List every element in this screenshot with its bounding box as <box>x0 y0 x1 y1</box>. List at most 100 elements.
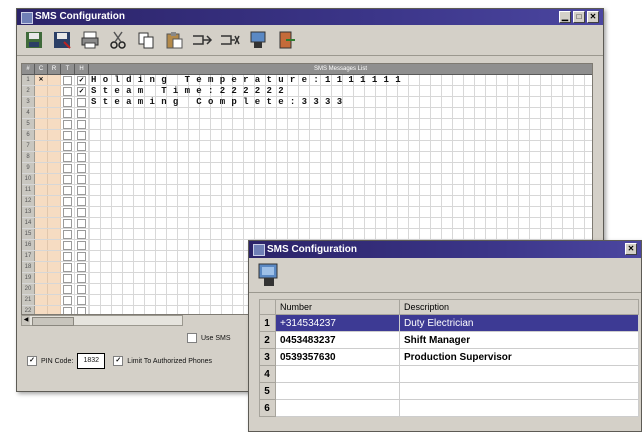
peach-cell-c[interactable] <box>35 174 48 184</box>
row-checkbox-h[interactable] <box>77 108 86 118</box>
row-checkbox-h[interactable] <box>77 97 86 107</box>
pin-code-input[interactable]: 1832 <box>77 353 106 369</box>
row-checkbox-t[interactable] <box>63 229 72 239</box>
phone-number-cell[interactable] <box>275 382 400 400</box>
table-row[interactable]: 6 <box>259 399 639 417</box>
row-checkbox-h[interactable] <box>77 174 86 184</box>
peach-cell-c[interactable] <box>35 185 48 195</box>
peach-cell-r[interactable] <box>48 174 61 184</box>
window-titlebar[interactable]: SMS Configuration ▁ □ ✕ <box>17 9 603 25</box>
row-checkbox-t[interactable] <box>63 273 72 283</box>
peach-cell-c[interactable] <box>35 284 48 294</box>
insert-row-icon[interactable] <box>191 29 213 51</box>
phone-number-cell[interactable]: 0539357630 <box>275 348 400 366</box>
peach-cell-r[interactable] <box>48 97 61 107</box>
grid-row[interactable]: 1 ✕ ✓ Holding Temperature:1111111 <box>22 75 592 86</box>
description-cell[interactable]: Production Supervisor <box>399 348 639 366</box>
table-row[interactable]: 2 0453483237 Shift Manager <box>259 331 639 349</box>
row-checkbox-t[interactable] <box>63 218 72 228</box>
row-checkbox-t[interactable] <box>63 163 72 173</box>
peach-cell-c[interactable] <box>35 86 48 96</box>
message-cell[interactable] <box>89 119 592 129</box>
row-checkbox-t[interactable] <box>63 284 72 294</box>
print-icon[interactable] <box>79 29 101 51</box>
peach-cell-r[interactable] <box>48 240 61 250</box>
message-cell[interactable] <box>89 108 592 118</box>
peach-cell-r[interactable] <box>48 196 61 206</box>
row-checkbox-t[interactable] <box>63 262 72 272</box>
peach-cell-c[interactable] <box>35 108 48 118</box>
row-checkbox-h[interactable] <box>77 273 86 283</box>
peach-cell-c[interactable] <box>35 273 48 283</box>
row-checkbox-h[interactable] <box>77 119 86 129</box>
row-checkbox-t[interactable] <box>63 97 72 107</box>
row-checkbox-h[interactable] <box>77 251 86 261</box>
peach-cell-r[interactable] <box>48 130 61 140</box>
table-row[interactable]: 5 <box>259 382 639 400</box>
message-cell[interactable]: Holding Temperature:1111111 <box>89 75 592 85</box>
row-checkbox-h[interactable] <box>77 130 86 140</box>
row-checkbox-h[interactable] <box>77 218 86 228</box>
message-cell[interactable] <box>89 207 592 217</box>
grid-row[interactable]: 10 <box>22 174 592 185</box>
row-checkbox-h[interactable] <box>77 185 86 195</box>
close-button[interactable]: ✕ <box>587 11 599 23</box>
row-checkbox-h[interactable] <box>77 284 86 294</box>
message-cell[interactable] <box>89 218 592 228</box>
phone-number-cell[interactable]: 0453483237 <box>275 331 400 349</box>
grid-row[interactable]: 14 <box>22 218 592 229</box>
scrollbar-thumb[interactable] <box>32 317 74 326</box>
phone-number-cell[interactable]: +314534237 <box>275 314 400 332</box>
row-checkbox-h[interactable] <box>77 141 86 151</box>
peach-cell-c[interactable] <box>35 119 48 129</box>
row-checkbox-t[interactable] <box>63 119 72 129</box>
peach-cell-r[interactable] <box>48 163 61 173</box>
grid-row[interactable]: 4 <box>22 108 592 119</box>
row-checkbox-h[interactable] <box>77 229 86 239</box>
peach-cell-r[interactable] <box>48 262 61 272</box>
message-cell[interactable] <box>89 163 592 173</box>
peach-cell-r[interactable] <box>48 251 61 261</box>
message-cell[interactable] <box>89 152 592 162</box>
limit-phones-checkbox[interactable]: ✓ <box>113 356 124 366</box>
peach-cell-r[interactable] <box>48 119 61 129</box>
peach-cell-r[interactable] <box>48 229 61 239</box>
grid-row[interactable]: 6 <box>22 130 592 141</box>
peach-cell-r[interactable] <box>48 108 61 118</box>
peach-cell-r[interactable] <box>48 75 61 85</box>
row-checkbox-t[interactable] <box>63 174 72 184</box>
grid-row[interactable]: 2 ✓ Steam Time:222222 <box>22 86 592 97</box>
exit-icon[interactable] <box>275 29 297 51</box>
peach-cell-c[interactable] <box>35 251 48 261</box>
description-cell[interactable]: Shift Manager <box>399 331 639 349</box>
row-checkbox-h[interactable] <box>77 207 86 217</box>
phone-config-icon[interactable] <box>257 263 279 286</box>
header-description[interactable]: Description <box>399 299 639 315</box>
description-cell[interactable] <box>399 399 639 417</box>
peach-cell-r[interactable] <box>48 273 61 283</box>
message-cell[interactable] <box>89 130 592 140</box>
grid-row[interactable]: 8 <box>22 152 592 163</box>
row-checkbox-t[interactable] <box>63 306 72 314</box>
row-checkbox-t[interactable] <box>63 295 72 305</box>
phone-number-cell[interactable] <box>275 399 400 417</box>
save-icon[interactable] <box>23 29 45 51</box>
peach-cell-c[interactable]: ✕ <box>35 75 48 85</box>
table-row[interactable]: 1 +314534237 Duty Electrician <box>259 314 639 332</box>
message-cell[interactable] <box>89 141 592 151</box>
peach-cell-r[interactable] <box>48 185 61 195</box>
peach-cell-c[interactable] <box>35 229 48 239</box>
cut-icon[interactable] <box>107 29 129 51</box>
peach-cell-r[interactable] <box>48 86 61 96</box>
header-number[interactable]: Number <box>275 299 400 315</box>
row-checkbox-t[interactable] <box>63 152 72 162</box>
row-checkbox-h[interactable]: ✓ <box>77 86 86 96</box>
peach-cell-c[interactable] <box>35 295 48 305</box>
peach-cell-r[interactable] <box>48 152 61 162</box>
row-checkbox-t[interactable] <box>63 251 72 261</box>
peach-cell-c[interactable] <box>35 97 48 107</box>
message-cell[interactable] <box>89 185 592 195</box>
maximize-button[interactable]: □ <box>573 11 585 23</box>
row-checkbox-h[interactable] <box>77 295 86 305</box>
grid-row[interactable]: 5 <box>22 119 592 130</box>
